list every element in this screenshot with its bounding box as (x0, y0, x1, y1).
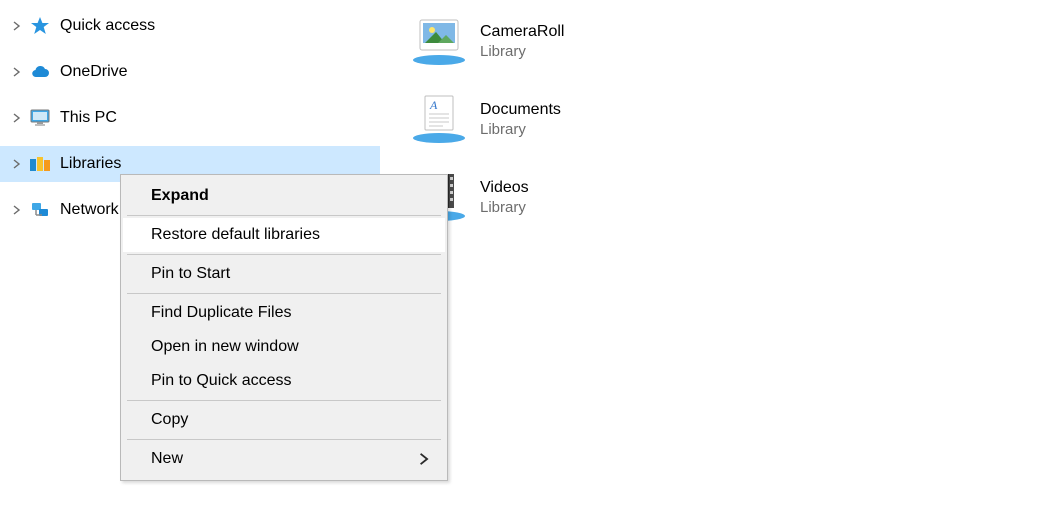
menu-label: Copy (151, 411, 188, 429)
star-icon (30, 16, 50, 36)
nav-label: Quick access (60, 17, 155, 35)
menu-item-pin-to-start[interactable]: Pin to Start (123, 257, 445, 291)
nav-item-quick-access[interactable]: Quick access (0, 8, 380, 44)
nav-label: OneDrive (60, 63, 128, 81)
menu-separator (127, 215, 441, 216)
menu-label: Open in new window (151, 338, 299, 356)
nav-item-this-pc[interactable]: This PC (0, 100, 380, 136)
monitor-icon (30, 108, 50, 128)
nav-label: Network (60, 201, 119, 219)
svg-text:A: A (429, 98, 438, 112)
documents-library-icon: A (410, 92, 468, 146)
library-subtitle: Library (480, 199, 529, 216)
library-grid: CameraRoll Library A Documen (380, 2, 1044, 236)
libraries-icon (30, 154, 50, 174)
menu-item-open-in-new-window[interactable]: Open in new window (123, 330, 445, 364)
context-menu: Expand Restore default libraries Pin to … (120, 174, 448, 481)
chevron-right-icon[interactable] (10, 65, 24, 79)
content-pane: CameraRoll Library A Documen (380, 0, 1044, 507)
pictures-library-icon (410, 14, 468, 68)
menu-separator (127, 400, 441, 401)
menu-item-pin-to-quick-access[interactable]: Pin to Quick access (123, 364, 445, 398)
menu-label: Pin to Start (151, 265, 230, 283)
chevron-right-icon[interactable] (10, 157, 24, 171)
menu-separator (127, 293, 441, 294)
menu-label: Pin to Quick access (151, 372, 292, 390)
nav-label: Libraries (60, 155, 121, 173)
library-item-documents[interactable]: A Documents Library (380, 80, 720, 158)
menu-separator (127, 439, 441, 440)
menu-item-find-duplicate-files[interactable]: Find Duplicate Files (123, 296, 445, 330)
chevron-right-icon[interactable] (10, 203, 24, 217)
menu-item-expand[interactable]: Expand (123, 179, 445, 213)
menu-separator (127, 254, 441, 255)
library-subtitle: Library (480, 43, 564, 60)
cloud-icon (30, 62, 50, 82)
library-name: CameraRoll (480, 23, 564, 41)
library-name: Documents (480, 101, 561, 119)
nav-label: This PC (60, 109, 117, 127)
submenu-arrow-icon (418, 453, 431, 466)
chevron-right-icon[interactable] (10, 19, 24, 33)
menu-item-restore-default-libraries[interactable]: Restore default libraries (123, 218, 445, 252)
chevron-right-icon[interactable] (10, 111, 24, 125)
menu-item-copy[interactable]: Copy (123, 403, 445, 437)
library-name: Videos (480, 179, 529, 197)
library-subtitle: Library (480, 121, 561, 138)
menu-label: Restore default libraries (151, 226, 320, 244)
network-icon (30, 200, 50, 220)
library-item-cameraroll[interactable]: CameraRoll Library (380, 2, 720, 80)
menu-label: Find Duplicate Files (151, 304, 292, 322)
menu-item-new[interactable]: New (123, 442, 445, 476)
menu-label: New (151, 450, 183, 468)
nav-item-onedrive[interactable]: OneDrive (0, 54, 380, 90)
menu-label: Expand (151, 187, 209, 205)
